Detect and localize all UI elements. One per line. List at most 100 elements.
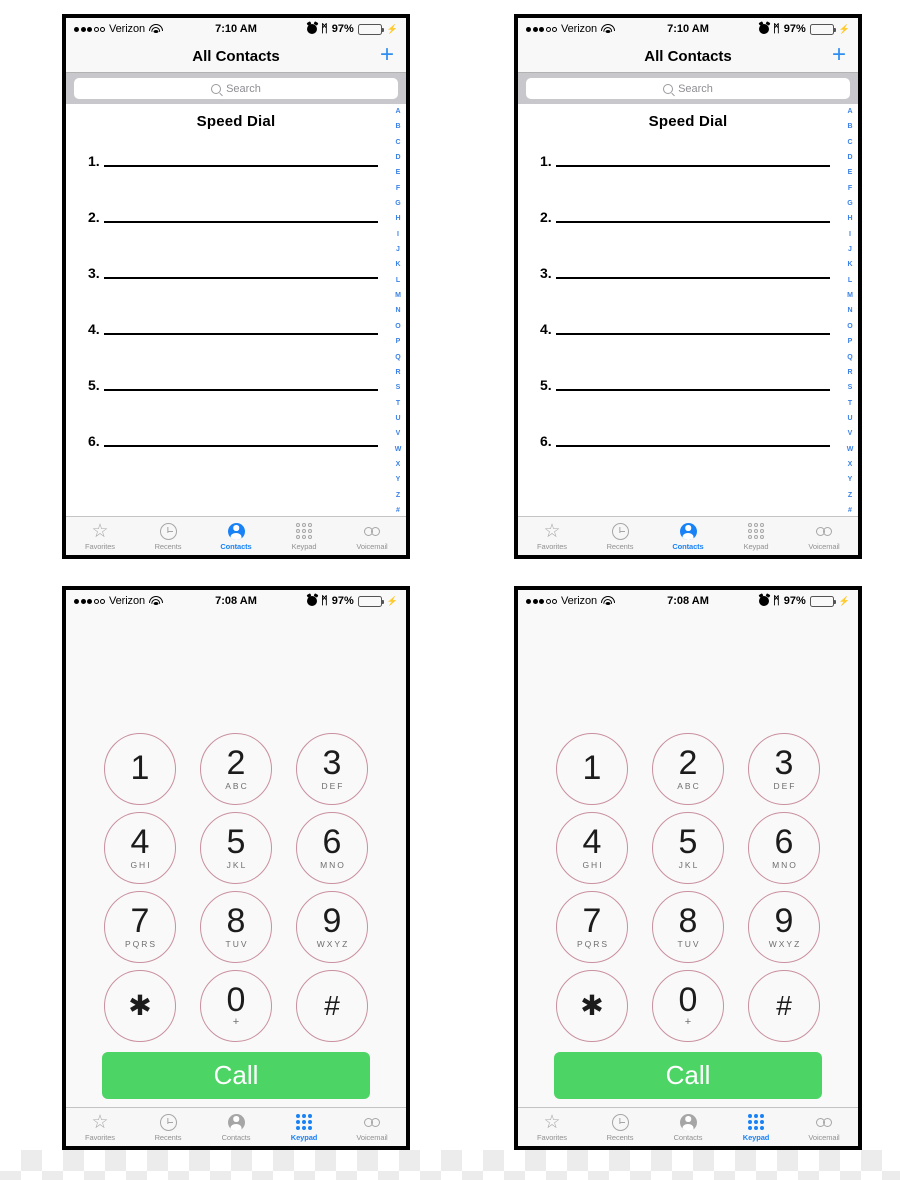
alphabet-index-letter[interactable]: W bbox=[395, 446, 402, 453]
alphabet-index-letter[interactable]: Z bbox=[396, 492, 400, 499]
tab-favorites[interactable]: ☆ Favorites bbox=[66, 517, 134, 555]
keypad-key-hash[interactable]: # bbox=[296, 970, 368, 1042]
add-contact-button[interactable]: + bbox=[378, 43, 396, 67]
call-button[interactable]: Call bbox=[102, 1052, 370, 1099]
keypad-key-star[interactable]: ✱ bbox=[104, 970, 176, 1042]
speed-dial-row[interactable]: 1. bbox=[518, 154, 858, 168]
alphabet-index-letter[interactable]: P bbox=[848, 338, 853, 345]
tab-voicemail[interactable]: Voicemail bbox=[338, 1108, 406, 1146]
alphabet-index-letter[interactable]: G bbox=[847, 200, 852, 207]
tab-keypad[interactable]: Keypad bbox=[722, 517, 790, 555]
alphabet-index-letter[interactable]: Q bbox=[395, 354, 400, 361]
alphabet-index-letter[interactable]: G bbox=[395, 200, 400, 207]
alphabet-index-letter[interactable]: P bbox=[396, 338, 401, 345]
keypad-key-2[interactable]: 2 ABC bbox=[200, 733, 272, 805]
speed-dial-row[interactable]: 2. bbox=[66, 210, 406, 224]
tab-favorites[interactable]: ☆ Favorites bbox=[518, 517, 586, 555]
tab-keypad[interactable]: Keypad bbox=[270, 517, 338, 555]
keypad-key-9[interactable]: 9 WXYZ bbox=[748, 891, 820, 963]
alphabet-index-letter[interactable]: # bbox=[396, 507, 400, 514]
alphabet-index-letter[interactable]: L bbox=[396, 277, 400, 284]
keypad-key-3[interactable]: 3 DEF bbox=[296, 733, 368, 805]
alphabet-index-letter[interactable]: D bbox=[395, 154, 400, 161]
alphabet-index-letter[interactable]: R bbox=[395, 369, 400, 376]
keypad-key-5[interactable]: 5 JKL bbox=[200, 812, 272, 884]
alphabet-index-letter[interactable]: V bbox=[848, 430, 853, 437]
speed-dial-row[interactable]: 4. bbox=[66, 322, 406, 336]
alphabet-index-letter[interactable]: S bbox=[396, 384, 401, 391]
keypad-key-6[interactable]: 6 MNO bbox=[748, 812, 820, 884]
alphabet-index-letter[interactable]: B bbox=[395, 123, 400, 130]
tab-recents[interactable]: Recents bbox=[586, 1108, 654, 1146]
speed-dial-row[interactable]: 6. bbox=[66, 434, 406, 448]
alphabet-index-letter[interactable]: S bbox=[848, 384, 853, 391]
keypad-key-4[interactable]: 4 GHI bbox=[104, 812, 176, 884]
keypad-key-3[interactable]: 3 DEF bbox=[748, 733, 820, 805]
keypad-key-6[interactable]: 6 MNO bbox=[296, 812, 368, 884]
alphabet-index-letter[interactable]: Z bbox=[848, 492, 852, 499]
alphabet-index[interactable]: A B C D E F G H I J K L M N O P Q R S T … bbox=[845, 108, 855, 514]
alphabet-index-letter[interactable]: K bbox=[395, 261, 400, 268]
keypad-key-1[interactable]: 1 bbox=[556, 733, 628, 805]
alphabet-index-letter[interactable]: Q bbox=[847, 354, 852, 361]
alphabet-index-letter[interactable]: N bbox=[395, 307, 400, 314]
alphabet-index-letter[interactable]: W bbox=[847, 446, 854, 453]
alphabet-index-letter[interactable]: M bbox=[847, 292, 853, 299]
keypad-key-1[interactable]: 1 bbox=[104, 733, 176, 805]
alphabet-index-letter[interactable]: O bbox=[847, 323, 852, 330]
alphabet-index-letter[interactable]: H bbox=[847, 215, 852, 222]
alphabet-index-letter[interactable]: Y bbox=[848, 476, 853, 483]
keypad-key-7[interactable]: 7 PQRS bbox=[104, 891, 176, 963]
search-input[interactable]: Search bbox=[74, 78, 398, 99]
alphabet-index-letter[interactable]: I bbox=[397, 231, 399, 238]
tab-voicemail[interactable]: Voicemail bbox=[338, 517, 406, 555]
tab-favorites[interactable]: ☆ Favorites bbox=[66, 1108, 134, 1146]
add-contact-button[interactable]: + bbox=[830, 43, 848, 67]
alphabet-index-letter[interactable]: L bbox=[848, 277, 852, 284]
tab-voicemail[interactable]: Voicemail bbox=[790, 517, 858, 555]
tab-contacts[interactable]: Contacts bbox=[654, 1108, 722, 1146]
alphabet-index-letter[interactable]: E bbox=[396, 169, 401, 176]
tab-contacts[interactable]: Contacts bbox=[202, 1108, 270, 1146]
alphabet-index-letter[interactable]: E bbox=[848, 169, 853, 176]
alphabet-index-letter[interactable]: N bbox=[847, 307, 852, 314]
alphabet-index-letter[interactable]: # bbox=[848, 507, 852, 514]
alphabet-index[interactable]: A B C D E F G H I J K L M N O P Q R S T … bbox=[393, 108, 403, 514]
speed-dial-row[interactable]: 2. bbox=[518, 210, 858, 224]
speed-dial-row[interactable]: 3. bbox=[66, 266, 406, 280]
alphabet-index-letter[interactable]: O bbox=[395, 323, 400, 330]
tab-keypad[interactable]: Keypad bbox=[722, 1108, 790, 1146]
keypad-key-2[interactable]: 2 ABC bbox=[652, 733, 724, 805]
alphabet-index-letter[interactable]: T bbox=[848, 400, 852, 407]
tab-contacts[interactable]: Contacts bbox=[202, 517, 270, 555]
alphabet-index-letter[interactable]: Y bbox=[396, 476, 401, 483]
alphabet-index-letter[interactable]: C bbox=[847, 139, 852, 146]
tab-keypad[interactable]: Keypad bbox=[270, 1108, 338, 1146]
keypad-key-4[interactable]: 4 GHI bbox=[556, 812, 628, 884]
alphabet-index-letter[interactable]: A bbox=[395, 108, 400, 115]
keypad-key-9[interactable]: 9 WXYZ bbox=[296, 891, 368, 963]
speed-dial-row[interactable]: 6. bbox=[518, 434, 858, 448]
alphabet-index-letter[interactable]: X bbox=[396, 461, 401, 468]
alphabet-index-letter[interactable]: K bbox=[847, 261, 852, 268]
alphabet-index-letter[interactable]: C bbox=[395, 139, 400, 146]
speed-dial-row[interactable]: 5. bbox=[518, 378, 858, 392]
keypad-key-5[interactable]: 5 JKL bbox=[652, 812, 724, 884]
tab-recents[interactable]: Recents bbox=[134, 517, 202, 555]
call-button[interactable]: Call bbox=[554, 1052, 822, 1099]
alphabet-index-letter[interactable]: F bbox=[848, 185, 852, 192]
search-input[interactable]: Search bbox=[526, 78, 850, 99]
speed-dial-row[interactable]: 3. bbox=[518, 266, 858, 280]
alphabet-index-letter[interactable]: X bbox=[848, 461, 853, 468]
alphabet-index-letter[interactable]: B bbox=[847, 123, 852, 130]
speed-dial-row[interactable]: 5. bbox=[66, 378, 406, 392]
speed-dial-row[interactable]: 4. bbox=[518, 322, 858, 336]
keypad-key-8[interactable]: 8 TUV bbox=[652, 891, 724, 963]
keypad-key-0[interactable]: 0 + bbox=[652, 970, 724, 1042]
keypad-key-8[interactable]: 8 TUV bbox=[200, 891, 272, 963]
alphabet-index-letter[interactable]: I bbox=[849, 231, 851, 238]
alphabet-index-letter[interactable]: H bbox=[395, 215, 400, 222]
keypad-key-star[interactable]: ✱ bbox=[556, 970, 628, 1042]
keypad-key-7[interactable]: 7 PQRS bbox=[556, 891, 628, 963]
tab-favorites[interactable]: ☆ Favorites bbox=[518, 1108, 586, 1146]
